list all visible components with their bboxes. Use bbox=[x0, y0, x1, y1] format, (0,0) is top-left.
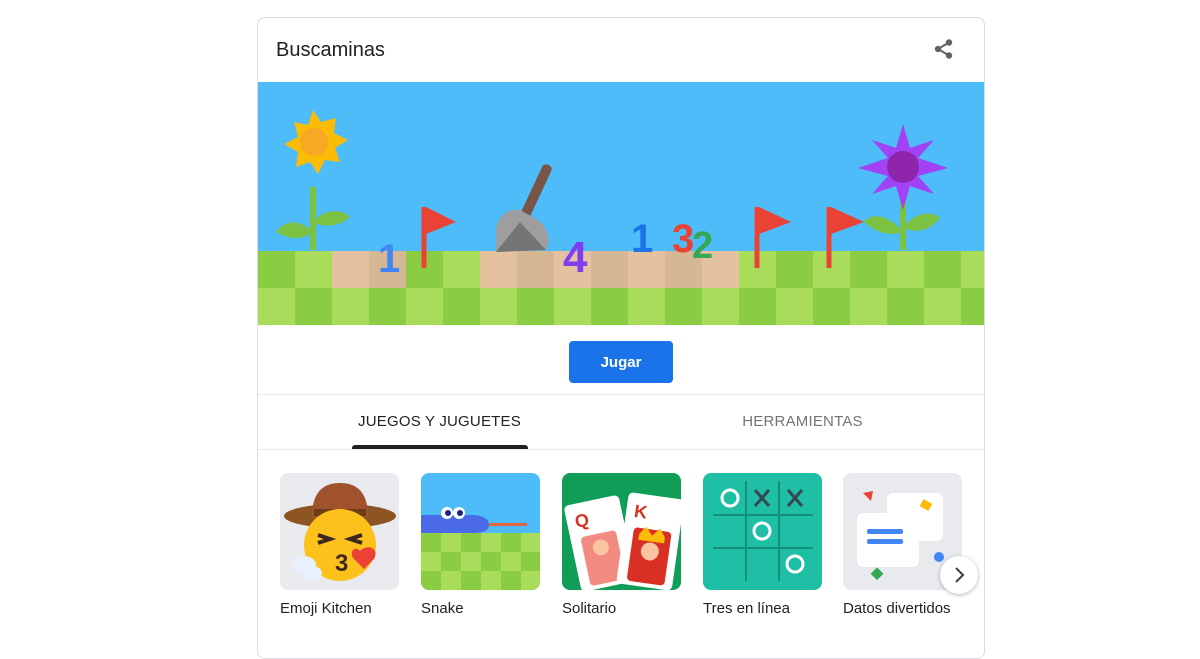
mine-number: 3 bbox=[672, 217, 694, 261]
mine-number: 2 bbox=[692, 225, 713, 267]
revealed-tile bbox=[480, 251, 517, 288]
carousel-next-button[interactable] bbox=[940, 556, 978, 594]
grass-tile bbox=[887, 251, 924, 288]
grass-tile bbox=[406, 288, 443, 325]
grass-tile bbox=[554, 288, 591, 325]
grass-tile bbox=[295, 288, 332, 325]
grass-tile bbox=[739, 288, 776, 325]
mine-number: 1 bbox=[378, 237, 400, 281]
minesweeper-card: Buscaminas 1 4 1 3 2 Jugar JUEGOS Y JUGU… bbox=[257, 17, 985, 659]
grass-tile bbox=[776, 251, 813, 288]
chevron-right-icon bbox=[955, 567, 965, 583]
tab-tools[interactable]: HERRAMIENTAS bbox=[621, 395, 984, 449]
grass-tile bbox=[369, 288, 406, 325]
grass-tile bbox=[258, 251, 295, 288]
category-tabs: JUEGOS Y JUGUETES HERRAMIENTAS bbox=[258, 395, 984, 450]
grass-tile bbox=[665, 288, 702, 325]
game-label: Emoji Kitchen bbox=[280, 600, 372, 617]
grass-tile bbox=[887, 288, 924, 325]
tab-games-and-toys[interactable]: JUEGOS Y JUGUETES bbox=[258, 395, 621, 449]
play-button[interactable]: Jugar bbox=[569, 341, 673, 383]
game-label: Snake bbox=[421, 600, 464, 617]
svg-text:3: 3 bbox=[335, 550, 348, 577]
game-label: Datos divertidos bbox=[843, 600, 951, 617]
minesweeper-illustration: 1 4 1 3 2 bbox=[258, 82, 984, 325]
game-label: Solitario bbox=[562, 600, 617, 617]
game-label: Tres en línea bbox=[703, 600, 790, 617]
grass-tile bbox=[924, 288, 961, 325]
grass-tile bbox=[332, 288, 369, 325]
mine-number: 1 bbox=[631, 217, 653, 261]
grass-tile bbox=[258, 288, 295, 325]
share-button[interactable] bbox=[928, 34, 960, 66]
solitaire-icon: Q K bbox=[562, 473, 681, 590]
grass-tile bbox=[813, 288, 850, 325]
game-snake[interactable]: Snake bbox=[421, 473, 540, 617]
grass-tile bbox=[850, 251, 887, 288]
grass-tile bbox=[591, 288, 628, 325]
revealed-tile bbox=[332, 251, 369, 288]
emoji-kitchen-icon: 3 bbox=[280, 473, 399, 590]
grass-tile bbox=[295, 251, 332, 288]
grass-tile bbox=[961, 288, 984, 325]
grass-tile bbox=[443, 288, 480, 325]
grass-tile bbox=[924, 251, 961, 288]
game-tic-tac-toe[interactable]: Tres en línea bbox=[703, 473, 822, 617]
games-carousel: 3 Emoji Kitchen Snake Q K Solitario Tres… bbox=[258, 450, 984, 658]
mine-number: 4 bbox=[563, 233, 588, 282]
grass-tile bbox=[517, 288, 554, 325]
revealed-tile bbox=[517, 251, 554, 288]
grass-tile bbox=[850, 288, 887, 325]
grass-tile bbox=[776, 288, 813, 325]
grass-tile bbox=[702, 288, 739, 325]
card-letter: K bbox=[633, 501, 649, 523]
minesweeper-banner: 1 4 1 3 2 bbox=[258, 82, 984, 325]
tic-tac-toe-icon bbox=[703, 473, 822, 590]
play-row: Jugar bbox=[258, 325, 984, 395]
grass-tile bbox=[443, 251, 480, 288]
card-title: Buscaminas bbox=[276, 39, 385, 61]
share-icon bbox=[934, 39, 953, 59]
grass-tile bbox=[480, 288, 517, 325]
revealed-tile bbox=[591, 251, 628, 288]
card-header: Buscaminas bbox=[258, 18, 984, 82]
grass-tile bbox=[961, 251, 984, 288]
grass-tile bbox=[628, 288, 665, 325]
snake-icon bbox=[421, 473, 540, 590]
game-solitaire[interactable]: Q K Solitario bbox=[562, 473, 681, 617]
game-emoji-kitchen[interactable]: 3 Emoji Kitchen bbox=[280, 473, 399, 617]
active-tab-indicator bbox=[352, 445, 528, 449]
